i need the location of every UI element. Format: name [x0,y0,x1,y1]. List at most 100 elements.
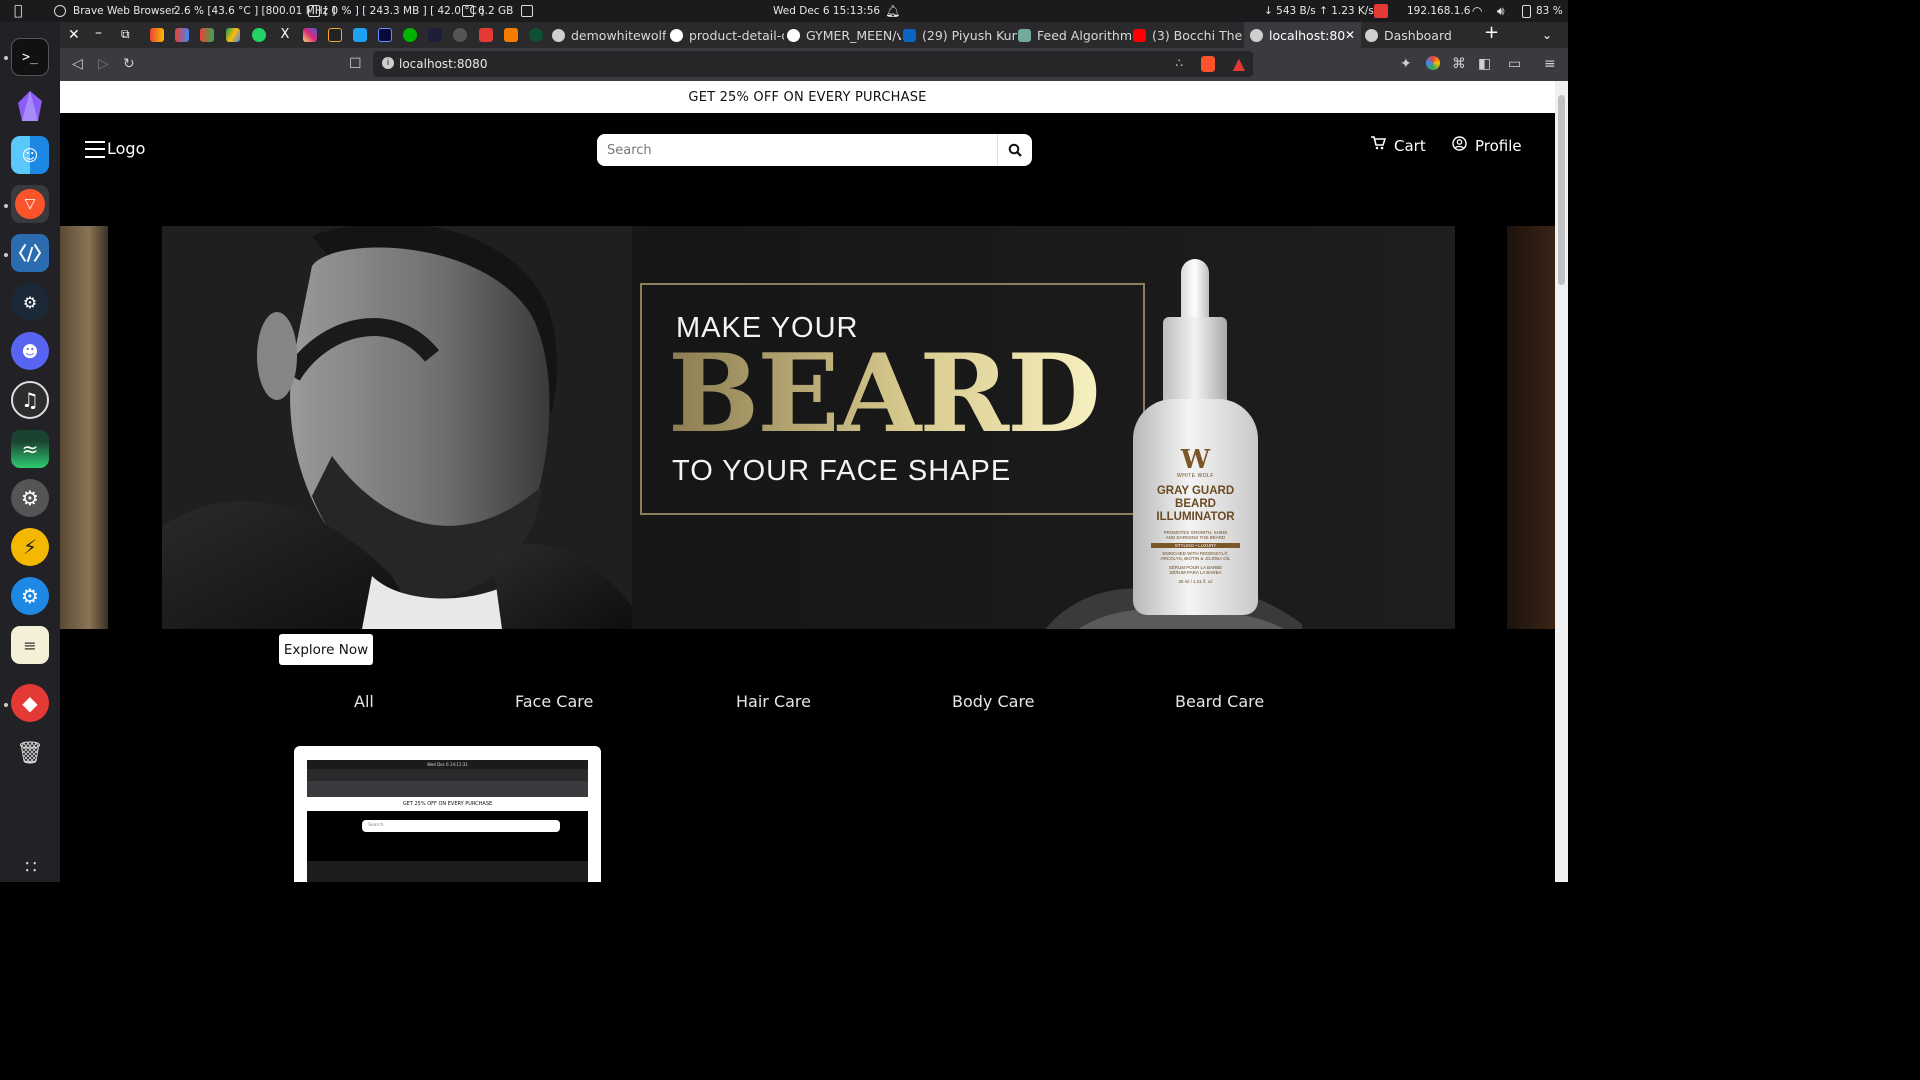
tab-dashboard[interactable]: Dashboard [1365,22,1479,48]
obsidian-icon[interactable] [11,87,49,125]
anydesk-icon[interactable]: ◆ [11,684,49,722]
sidebar-icon[interactable]: ◧ [1478,56,1491,72]
preview-tab-bar [307,769,588,781]
tab-youtube[interactable]: (3) Bocchi The F [1133,22,1247,48]
search-button[interactable] [997,134,1032,166]
browser-app-icon [54,5,66,17]
anydesk-tray-icon[interactable] [1374,0,1388,22]
wifi-icon[interactable]: ◠ [1472,0,1482,22]
category-tab-hair-care[interactable]: Hair Care [736,692,811,711]
pinned-tab-icon[interactable] [453,28,467,42]
wallet-icon[interactable]: ▭ [1508,56,1521,72]
maximize-icon[interactable]: ⧉ [121,26,130,42]
hero-banner[interactable]: MAKE YOUR BEARD TO YOUR FACE SHAPE W WHI… [162,226,1455,629]
hamburger-menu-icon[interactable] [85,140,105,158]
settings-icon[interactable]: ⚙︎ [11,479,49,517]
whatsapp-pinned-tab-icon[interactable] [252,28,266,42]
instagram-pinned-tab-icon[interactable] [303,28,317,42]
ip-text: 192.168.1.6 [1407,5,1471,17]
music-icon[interactable]: ♫ [11,381,49,419]
address-bar[interactable]: i localhost:8080 ∴ ▲ [373,51,1253,77]
extensions-puzzle-icon[interactable]: ⌘ [1452,56,1466,72]
close-tab-icon[interactable]: ✕ [1345,28,1355,42]
gmail-pinned-tab-icon[interactable] [175,28,189,42]
lightning-app-icon[interactable]: ⚡︎ [11,528,49,566]
pinned-tab-icon[interactable] [428,28,442,42]
extension-icon[interactable]: ✦ [1400,56,1412,72]
hero-portrait-image [162,226,632,629]
brave-shields-icon[interactable] [1201,56,1215,72]
bookmark-icon[interactable]: ☐ [349,56,362,72]
discord-icon[interactable]: ☻︎ [11,332,49,370]
pinned-tab-icon[interactable] [328,28,342,42]
tab-product-detail[interactable]: product-detail-c [670,22,784,48]
cart-link[interactable]: Cart [1370,136,1426,155]
gmail-pinned-tab-icon[interactable] [200,28,214,42]
category-tab-beard-care[interactable]: Beard Care [1175,692,1264,711]
vscode-icon[interactable]: 〈/〉 [9,234,51,272]
bottle-name-line2: BEARD [1175,498,1216,510]
globe-icon [1365,28,1378,42]
notes-icon[interactable]: ≡ [11,626,49,664]
site-info-icon[interactable]: i [382,57,394,69]
tab-demowhitewolf[interactable]: demowhitewolf. [552,22,666,48]
app-grid-icon[interactable]: ∷ [11,848,49,886]
explore-now-label: Explore Now [283,641,369,658]
gmail-pinned-tab-icon[interactable] [150,28,164,42]
category-tab-body-care[interactable]: Body Care [952,692,1035,711]
volume-icon[interactable]: 🔊︎ [1497,0,1505,22]
trash-icon[interactable]: 🗑︎ [11,734,49,772]
reload-icon[interactable]: ↻ [123,56,135,72]
product-card[interactable]: Wed Dec 6 14:11:31 GET 25% OFF ON EVERY … [294,746,601,882]
new-tab-icon[interactable]: + [1484,24,1499,42]
bell-icon: 🔔︎ [885,4,901,18]
finder-icon[interactable]: ☺︎ [11,136,49,174]
carousel-prev-slide[interactable] [60,226,108,629]
upwork-pinned-tab-icon[interactable] [403,28,417,42]
gear-app-icon[interactable]: ⚙︎ [11,577,49,615]
logo-text: Logo [107,139,146,158]
menu-icon[interactable]: ≡ [1544,56,1556,72]
pinned-tab-icon[interactable] [529,28,543,42]
clock[interactable]: Wed Dec 6 15:13:56 🔔︎ [773,0,900,22]
search-input[interactable] [597,134,997,166]
brave-dock-icon[interactable]: ▽ [11,185,49,223]
scrollbar-thumb[interactable] [1558,95,1565,285]
tab-list-chevron-icon[interactable]: ⌄ [1542,27,1552,43]
steam-icon[interactable]: ⚙︎ [11,283,49,321]
carousel-next-slide[interactable] [1507,226,1555,629]
tab-linkedin[interactable]: (29) Piyush Kum [903,22,1017,48]
brave-rewards-icon[interactable]: ▲ [1233,54,1245,73]
minimize-icon[interactable]: – [95,25,102,41]
youtube-icon [1133,28,1146,42]
terminal-icon[interactable]: >_ [11,38,49,76]
logo[interactable]: Logo [85,139,145,158]
category-tab-all[interactable]: All [354,692,374,711]
share-icon[interactable]: ∴ [1175,56,1183,70]
tab-gymer-meen[interactable]: GYMER_MEEN/v [787,22,901,48]
active-app[interactable]: Brave Web Browser [54,0,176,22]
page-scrollbar[interactable] [1555,81,1568,882]
system-monitor-icon[interactable]: ≈ [11,430,49,468]
back-icon[interactable]: ◁ [72,56,83,72]
battery-status[interactable]: 83 % [1522,0,1563,22]
pinned-tab-icon[interactable] [378,28,392,42]
google-drive-pinned-tab-icon[interactable] [226,28,240,42]
pinned-tab-icon[interactable] [479,28,493,42]
pinned-tab-icon[interactable] [504,28,518,42]
profile-link[interactable]: Profile [1452,135,1522,155]
x-pinned-tab-icon[interactable]: X [278,28,292,42]
bottle-french-line2: SÉRUM PARA LA BARBA [1169,570,1222,575]
apple-menu-icon[interactable]:  [14,0,22,22]
tab-localhost-active[interactable]: localhost:80 ✕ [1244,22,1361,48]
explore-now-button[interactable]: Explore Now [279,634,373,665]
forward-icon[interactable]: ▷ [98,56,109,72]
extension-icon[interactable] [1426,56,1440,74]
category-tab-face-care[interactable]: Face Care [515,692,593,711]
search-icon [1008,143,1022,157]
network-text: ↓ 543 B/s ↑ 1.23 K/s [1264,5,1374,17]
pinned-tab-icon[interactable] [353,28,367,42]
close-window-icon[interactable]: ✕ [68,27,80,43]
tab-label: (3) Bocchi The F [1152,27,1247,43]
tab-feed-algorithm[interactable]: Feed Algorithm [1018,22,1132,48]
